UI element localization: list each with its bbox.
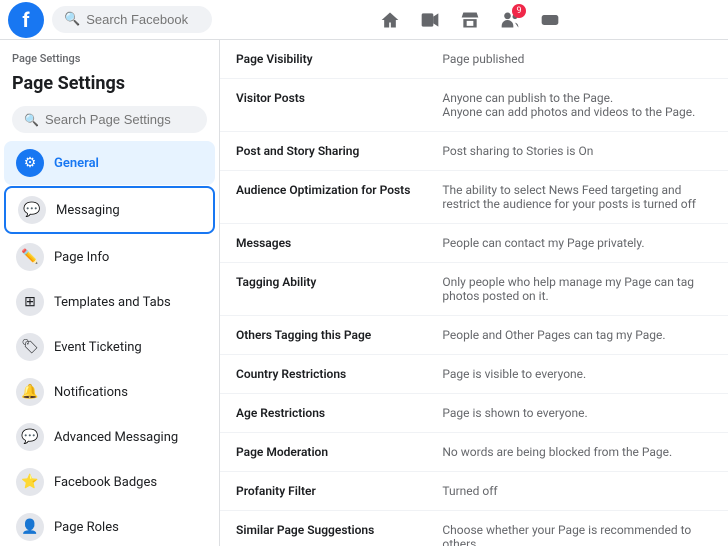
messaging-icon: 💬 [18,196,46,224]
setting-label: Others Tagging this Page [220,316,426,355]
setting-label: Visitor Posts [220,79,426,132]
gaming-nav-icon[interactable] [532,2,568,38]
groups-badge: 9 [512,4,526,18]
notifications-icon: 🔔 [16,378,44,406]
table-row: Others Tagging this Page People and Othe… [220,316,728,355]
setting-value: Choose whether your Page is recommended … [426,511,728,546]
sidebar-item-general[interactable]: ⚙ General [4,141,215,185]
settings-content: Page Visibility Page published Visitor P… [220,40,728,546]
general-icon: ⚙ [16,149,44,177]
sidebar-search-box[interactable]: 🔍 [12,106,207,133]
table-row: Age Restrictions Page is shown to everyo… [220,394,728,433]
marketplace-nav-icon[interactable] [452,2,488,38]
sidebar-title: Page Settings [0,69,219,102]
event-icon: 🏷 [16,333,44,361]
setting-label: Audience Optimization for Posts [220,171,426,224]
sidebar-item-notifications[interactable]: 🔔 Notifications [4,370,215,414]
setting-value: No words are being blocked from the Page… [426,433,728,472]
table-row: Similar Page Suggestions Choose whether … [220,511,728,546]
page-info-icon: ✏️ [16,243,44,271]
table-row: Post and Story Sharing Post sharing to S… [220,132,728,171]
sidebar-item-messaging[interactable]: 💬 Messaging [4,186,215,234]
setting-label: Page Moderation [220,433,426,472]
table-row: Messages People can contact my Page priv… [220,224,728,263]
setting-value: Page is shown to everyone. [426,394,728,433]
badges-label: Facebook Badges [54,475,157,490]
table-row: Tagging Ability Only people who help man… [220,263,728,316]
facebook-logo: f [8,2,44,38]
setting-value: Page is visible to everyone. [426,355,728,394]
sidebar-item-event-ticketing[interactable]: 🏷 Event Ticketing [4,325,215,369]
global-search-box[interactable]: 🔍 [52,6,212,33]
sidebar: Page Settings Page Settings 🔍 ⚙ General … [0,40,220,546]
sidebar-search-icon: 🔍 [24,113,39,127]
notifications-label: Notifications [54,385,128,400]
event-label: Event Ticketing [54,340,142,355]
video-nav-icon[interactable] [412,2,448,38]
setting-value: The ability to select News Feed targetin… [426,171,728,224]
home-nav-icon[interactable] [372,2,408,38]
sidebar-item-page-info[interactable]: ✏️ Page Info [4,235,215,279]
advanced-messaging-label: Advanced Messaging [54,430,178,445]
sidebar-header: Page Settings [0,48,219,69]
table-row: Visitor Posts Anyone can publish to the … [220,79,728,132]
page-roles-label: Page Roles [54,520,119,535]
templates-label: Templates and Tabs [54,295,171,310]
setting-label: Age Restrictions [220,394,426,433]
badges-icon: ⭐ [16,468,44,496]
setting-value: Page published [426,40,728,79]
sidebar-item-templates-tabs[interactable]: ⊞ Templates and Tabs [4,280,215,324]
advanced-messaging-icon: 💬 [16,423,44,451]
table-row: Profanity Filter Turned off [220,472,728,511]
setting-value: People and Other Pages can tag my Page. [426,316,728,355]
sidebar-search-input[interactable] [45,112,195,127]
setting-value: Anyone can publish to the Page.Anyone ca… [426,79,728,132]
search-icon: 🔍 [64,12,80,27]
setting-label: Profanity Filter [220,472,426,511]
groups-nav-icon[interactable]: 9 [492,2,528,38]
setting-label: Tagging Ability [220,263,426,316]
table-row: Country Restrictions Page is visible to … [220,355,728,394]
setting-label: Page Visibility [220,40,426,79]
settings-table: Page Visibility Page published Visitor P… [220,40,728,546]
nav-icons-group: 9 [220,2,720,38]
sidebar-item-page-roles[interactable]: 👤 Page Roles [4,505,215,546]
setting-label: Messages [220,224,426,263]
page-info-label: Page Info [54,250,109,265]
templates-icon: ⊞ [16,288,44,316]
setting-label: Similar Page Suggestions [220,511,426,546]
top-nav: f 🔍 9 [0,0,728,40]
page-roles-icon: 👤 [16,513,44,541]
sidebar-page-label: Page Settings [12,52,207,65]
table-row: Audience Optimization for Posts The abil… [220,171,728,224]
setting-label: Country Restrictions [220,355,426,394]
messaging-label: Messaging [56,203,120,218]
setting-value: People can contact my Page privately. [426,224,728,263]
setting-value: Turned off [426,472,728,511]
table-row: Page Visibility Page published [220,40,728,79]
main-layout: Page Settings Page Settings 🔍 ⚙ General … [0,40,728,546]
setting-label: Post and Story Sharing [220,132,426,171]
general-label: General [54,156,99,171]
setting-value: Only people who help manage my Page can … [426,263,728,316]
setting-value: Post sharing to Stories is On [426,132,728,171]
sidebar-item-facebook-badges[interactable]: ⭐ Facebook Badges [4,460,215,504]
sidebar-item-advanced-messaging[interactable]: 💬 Advanced Messaging [4,415,215,459]
global-search-input[interactable] [86,12,200,27]
table-row: Page Moderation No words are being block… [220,433,728,472]
